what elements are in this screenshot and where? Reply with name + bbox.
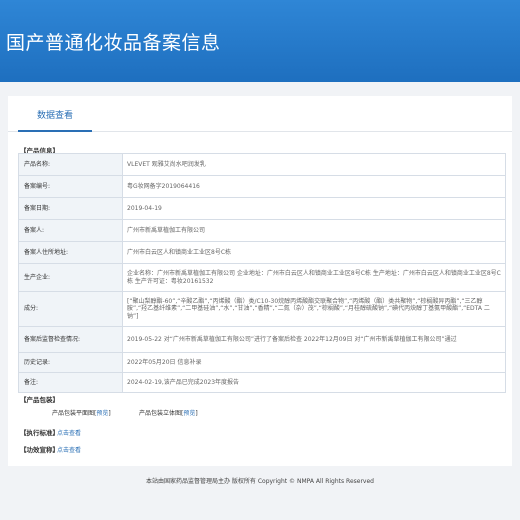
row-value: 2019-04-19	[122, 197, 506, 220]
packaging-item: 产品包装平面图[预览]	[52, 410, 111, 417]
table-row: 备案后监督检查情况: 2019-05-22 对“广州市新禹草植伽工有限公司”进行…	[18, 326, 506, 353]
preview-link[interactable]: 预览	[183, 410, 195, 417]
table-row: 备注: 2024-02-19,该产品已完成2023年度报告	[18, 372, 506, 393]
table-row: 历史记录: 2022年05月20日 信息补录	[18, 352, 506, 373]
tab-data-view[interactable]: 数据查看	[18, 108, 92, 132]
row-label: 备注:	[18, 372, 123, 393]
preview-link[interactable]: 预览	[96, 410, 108, 417]
section-title-packaging: 【产品包装】	[20, 396, 59, 404]
table-row: 备案人: 广州市新禹草植伽工有限公司	[18, 219, 506, 242]
row-label: 产品名称:	[18, 153, 123, 176]
row-label: 历史记录:	[18, 352, 123, 373]
row-label: 成分:	[18, 291, 123, 327]
table-row: 产品名称: VLEVET 观雅艾尚水吧润发乳	[18, 153, 506, 176]
row-label: 备案日期:	[18, 197, 123, 220]
row-label: 生产企业:	[18, 263, 123, 292]
section-title-efficacy: 【功效宣称】	[20, 446, 59, 454]
page-title: 国产普通化妆品备案信息	[6, 32, 221, 54]
table-row: 备案日期: 2019-04-19	[18, 197, 506, 220]
packaging-item: 产品包装立体图[预览]	[139, 410, 198, 417]
table-row: 成分: [“聚山梨醇酯-60”,“辛酸乙酯”,“丙烯酸（酯）类/C10-30烷醇…	[18, 291, 506, 327]
row-value: 2024-02-19,该产品已完成2023年度报告	[122, 372, 506, 393]
table-row: 备案人住所地址: 广州市白云区人和镇商业工业区8号C栋	[18, 241, 506, 264]
row-label: 备案后监督检查情况:	[18, 326, 123, 353]
row-value: [“聚山梨醇酯-60”,“辛酸乙酯”,“丙烯酸（酯）类/C10-30烷醇丙烯酸酯…	[122, 291, 506, 327]
table-row: 备案编号: 粤G妆网备字2019064416	[18, 175, 506, 198]
packaging-item-label: 产品包装立体图	[139, 410, 182, 417]
table-row: 生产企业: 企业名称：广州市新禹草植伽工有限公司 企业地址：广州市白云区人和镇商…	[18, 263, 506, 292]
row-value: 2022年05月20日 信息补录	[122, 352, 506, 373]
section-title-standard: 【执行标准】	[20, 429, 59, 437]
row-label: 备案编号:	[18, 175, 123, 198]
standard-view-link[interactable]: 点击查看	[57, 428, 81, 437]
efficacy-view-link[interactable]: 点击查看	[57, 445, 81, 454]
footer-copyright: 本站由国家药品监督管理局主办 版权所有 Copyright © NMPA All…	[146, 478, 374, 485]
row-value: 粤G妆网备字2019064416	[122, 175, 506, 198]
row-value: 广州市新禹草植伽工有限公司	[122, 219, 506, 242]
row-value: VLEVET 观雅艾尚水吧润发乳	[122, 153, 506, 176]
row-label: 备案人:	[18, 219, 123, 242]
row-value: 企业名称：广州市新禹草植伽工有限公司 企业地址：广州市白云区人和镇商业工业区8号…	[122, 263, 506, 292]
product-info-table: 产品名称: VLEVET 观雅艾尚水吧润发乳 备案编号: 粤G妆网备字20190…	[18, 153, 506, 393]
row-value: 广州市白云区人和镇商业工业区8号C栋	[122, 241, 506, 264]
row-label: 备案人住所地址:	[18, 241, 123, 264]
packaging-item-label: 产品包装平面图	[52, 410, 95, 417]
row-value: 2019-05-22 对“广州市新禹草植伽工有限公司”进行了备案后检查 2022…	[122, 326, 506, 353]
